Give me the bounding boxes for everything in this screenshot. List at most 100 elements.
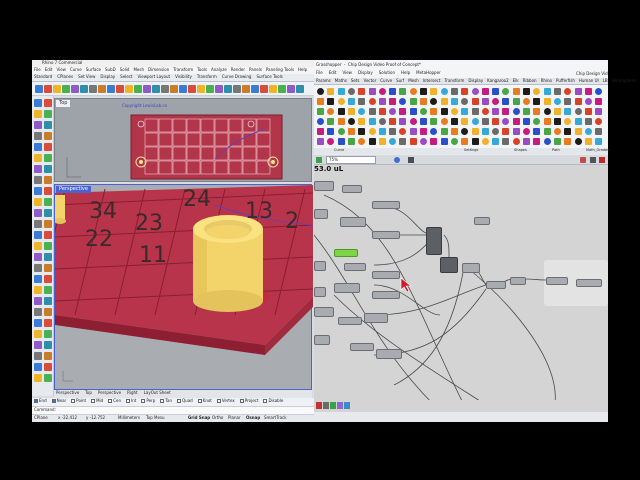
gh-component-icon[interactable]: [440, 118, 448, 125]
side-tool-icon[interactable]: [34, 242, 42, 250]
gh-component-icon[interactable]: [378, 128, 386, 135]
gh-component-icon[interactable]: [450, 88, 458, 95]
gh-tab[interactable]: Surf: [396, 79, 404, 83]
gh-component-icon[interactable]: [574, 128, 582, 135]
osnap-option[interactable]: Knot: [197, 399, 212, 403]
gh-component-icon[interactable]: [533, 118, 541, 125]
gh-menu-item[interactable]: File: [316, 71, 323, 75]
osnap-checkbox[interactable]: [71, 399, 76, 403]
gh-component-icon[interactable]: [471, 98, 479, 105]
side-tool-icon[interactable]: [34, 132, 42, 140]
toolbar-tool-icon[interactable]: [107, 85, 115, 93]
status-planar[interactable]: Planar: [228, 416, 241, 420]
side-tool-icon[interactable]: [34, 176, 42, 184]
gh-component-icon[interactable]: [430, 138, 438, 145]
viewport-perspective[interactable]: Perspective 34 24 13 23 2 22 11: [54, 184, 313, 390]
side-tool-icon[interactable]: [34, 341, 42, 349]
gh-component-icon[interactable]: [399, 118, 407, 125]
gh-category-label[interactable]: Math_Graded: [586, 148, 609, 153]
side-tool-icon[interactable]: [34, 264, 42, 272]
osnap-option[interactable]: Tan: [160, 399, 172, 403]
gh-component-icon[interactable]: [347, 128, 355, 135]
gh-component-icon[interactable]: [317, 98, 324, 105]
gh-tab[interactable]: Ribbon: [523, 79, 537, 83]
preview-icon[interactable]: [590, 157, 596, 163]
toolbar-tool-icon[interactable]: [170, 85, 178, 93]
undo-icon[interactable]: [316, 402, 322, 409]
gh-component-icon[interactable]: [502, 108, 510, 115]
gh-component-icon[interactable]: [595, 128, 603, 135]
gh-component-icon[interactable]: [327, 138, 335, 145]
gh-component-icon[interactable]: [327, 108, 335, 115]
rhino-menu-item[interactable]: View: [56, 68, 66, 72]
gh-component-icon[interactable]: [584, 128, 592, 135]
gh-component-icon[interactable]: [389, 108, 397, 115]
gh-component[interactable]: [314, 209, 328, 219]
side-tool-icon[interactable]: [34, 121, 42, 129]
gh-component-icon[interactable]: [584, 138, 592, 145]
gh-component-icon[interactable]: [574, 138, 582, 145]
gh-component-icon[interactable]: [327, 98, 335, 105]
gh-component-icon[interactable]: [358, 118, 366, 125]
toolbar-tool-icon[interactable]: [224, 85, 232, 93]
toolbar-tool-icon[interactable]: [206, 85, 214, 93]
gh-component-icon[interactable]: [471, 128, 479, 135]
gh-component[interactable]: [334, 283, 360, 293]
gh-component-icon[interactable]: [492, 128, 500, 135]
gh-component-icon[interactable]: [409, 108, 417, 115]
side-tool-icon[interactable]: [34, 319, 42, 327]
side-tool-icon[interactable]: [44, 121, 52, 129]
side-tool-icon[interactable]: [44, 319, 52, 327]
side-tool-icon[interactable]: [34, 154, 42, 162]
side-tool-icon[interactable]: [44, 165, 52, 173]
gh-component-icon[interactable]: [409, 118, 417, 125]
side-tool-icon[interactable]: [34, 198, 42, 206]
gh-tab[interactable]: LB: [603, 79, 608, 83]
osnap-option[interactable]: Point: [71, 399, 86, 403]
gh-component-icon[interactable]: [492, 108, 500, 115]
gh-component-icon[interactable]: [450, 118, 458, 125]
gh-component-icon[interactable]: [564, 118, 572, 125]
side-tool-icon[interactable]: [44, 231, 52, 239]
gh-component-icon[interactable]: [327, 88, 335, 95]
gh-tab[interactable]: Elk: [513, 79, 519, 83]
gh-menu-item[interactable]: MetaHopper: [416, 71, 441, 75]
gh-tab[interactable]: Maths: [335, 79, 347, 83]
gh-component-icon[interactable]: [317, 88, 324, 95]
side-tool-icon[interactable]: [44, 308, 52, 316]
gh-component-icon[interactable]: [358, 138, 366, 145]
gh-component[interactable]: [576, 279, 602, 287]
status-layer[interactable]: Top Mesu: [146, 416, 165, 420]
side-tool-icon[interactable]: [34, 99, 42, 107]
osnap-option[interactable]: Disable: [263, 399, 283, 403]
gh-tab[interactable]: Intersect: [423, 79, 441, 83]
gh-component[interactable]: [314, 287, 326, 297]
gh-component-icon[interactable]: [553, 118, 561, 125]
rhino-menu-item[interactable]: Panels: [249, 68, 262, 72]
gh-component-icon[interactable]: [347, 108, 355, 115]
gh-component-icon[interactable]: [450, 98, 458, 105]
gh-component-icon[interactable]: [389, 88, 397, 95]
gh-component[interactable]: [314, 335, 330, 345]
rhino-menu-item[interactable]: Render: [231, 68, 245, 72]
viewport-tab[interactable]: Perspective: [56, 391, 79, 395]
gh-component-icon[interactable]: [523, 88, 530, 95]
gh-component-icon[interactable]: [492, 118, 500, 125]
gh-tab[interactable]: Params: [316, 79, 331, 83]
rhino-toolbar-tab[interactable]: Set View: [78, 75, 95, 79]
rhino-command-line[interactable]: Command:: [32, 406, 314, 414]
gh-component-icon[interactable]: [420, 128, 427, 135]
gh-component-icon[interactable]: [347, 118, 355, 125]
gh-component[interactable]: [546, 277, 568, 285]
gh-component-icon[interactable]: [595, 108, 603, 115]
zoom-dropdown[interactable]: 75%: [326, 156, 376, 164]
redo-icon[interactable]: [323, 402, 329, 409]
gh-category-label[interactable]: Shapes: [514, 148, 527, 153]
gh-component-icon[interactable]: [378, 118, 386, 125]
rhino-menu-item[interactable]: Solid: [120, 68, 130, 72]
rhino-menu-item[interactable]: SubD: [105, 68, 116, 72]
toolbar-tool-icon[interactable]: [35, 85, 43, 93]
gh-component-icon[interactable]: [430, 108, 438, 115]
gh-component[interactable]: [334, 249, 358, 257]
gh-component[interactable]: [314, 261, 326, 271]
